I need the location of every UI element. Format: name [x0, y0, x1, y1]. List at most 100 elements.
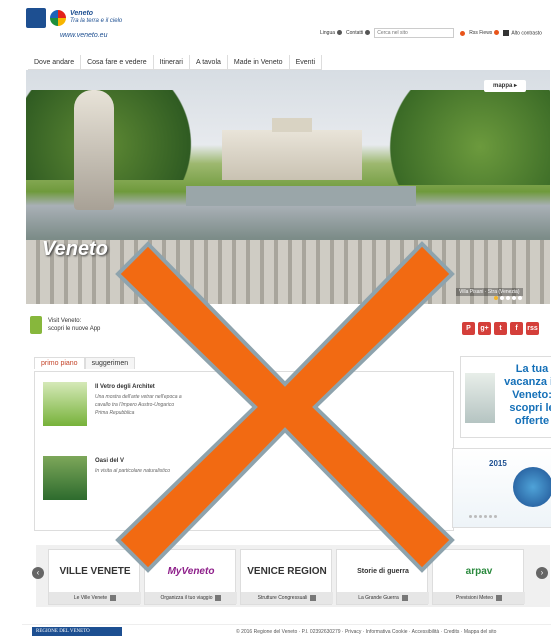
youtube-icon[interactable]: t: [494, 322, 507, 335]
carousel-card[interactable]: arpav Previsioni Meteo: [432, 549, 525, 605]
tab-primo-piano[interactable]: primo piano: [34, 357, 85, 369]
nav-item-a-tavola[interactable]: A tavola: [190, 55, 228, 69]
news-text: Una mostra dell'arte vetrar nell'epoca a…: [95, 394, 182, 416]
news-panel: Il Vetro degli Architet Una mostra dell'…: [34, 371, 454, 531]
promo-pager: [469, 515, 497, 518]
site-logo[interactable]: Veneto Tra la terra e il cielo www.venet…: [26, 8, 134, 42]
hero-dot[interactable]: [518, 296, 522, 300]
top-links: Lingua Contatti Rss Fiews Alto contrasto: [320, 28, 542, 38]
carousel-card-label: La Grande Guerra: [337, 592, 429, 604]
flickr-icon[interactable]: f: [510, 322, 523, 335]
veneto-star-icon: [50, 10, 66, 26]
nav-item-dove-andare[interactable]: Dove andare: [28, 55, 82, 69]
carousel-card-label: Le Ville Venete: [49, 592, 141, 604]
hero-pager: [494, 296, 522, 300]
carousel-card-label: Strutture Congressuali: [241, 592, 333, 604]
app-promo-line2: scopri le nuove App: [48, 326, 101, 332]
carousel-card[interactable]: MyVeneto Organizza il tuo viaggio: [144, 549, 237, 605]
news-title: Oasi del V: [95, 458, 125, 464]
promo-dot[interactable]: [479, 515, 482, 518]
event-promo[interactable]: 2015: [452, 448, 551, 528]
grande-guerra-logo: Storie di guerra: [357, 568, 409, 575]
tab-suggerimenti[interactable]: suggerimen: [84, 357, 136, 369]
news-item[interactable]: Oasi del V In visita al particolare natu…: [43, 456, 443, 516]
nav-item-made-in-veneto[interactable]: Made in Veneto: [228, 55, 290, 69]
contacts-label: Contatti: [346, 30, 364, 36]
hero-title: Veneto: [42, 238, 108, 260]
app-promo[interactable]: Visit Veneto: scopri le nuove App: [30, 316, 100, 334]
news-title: Il Vetro degli Architet: [95, 384, 155, 390]
nav-item-itinerari[interactable]: Itinerari: [154, 55, 190, 69]
hero-trees-right: [366, 90, 550, 185]
carousel-card-label: Previsioni Meteo: [433, 592, 525, 604]
carousel-card-label: Organizza il tuo viaggio: [145, 592, 237, 604]
promo-dot[interactable]: [474, 515, 477, 518]
hero-dot[interactable]: [500, 296, 504, 300]
language-label: Lingua: [320, 30, 336, 36]
rss-link[interactable]: Rss Fiews: [469, 30, 500, 36]
carousel-card[interactable]: Storie di guerra La Grande Guerra: [336, 549, 429, 605]
globe-icon: [513, 467, 551, 507]
carousel-card[interactable]: VENICE REGION Strutture Congressuali: [240, 549, 333, 605]
rss-icon: [494, 30, 500, 36]
social-links: P g+ t f rss: [462, 322, 539, 335]
app-promo-line1: Visit Veneto:: [48, 318, 82, 324]
regione-logo[interactable]: REGIONE DEL VENETO: [32, 627, 122, 636]
phone-icon: [30, 316, 42, 334]
arpav-logo: arpav: [465, 566, 493, 577]
hero-banner[interactable]: Veneto mappa ▸ Villa Pisani · Stra (Vene…: [26, 70, 550, 304]
hero-dot[interactable]: [494, 296, 498, 300]
carousel-card[interactable]: VILLE VENETE Le Ville Venete: [48, 549, 141, 605]
venice-region-logo: VENICE REGION: [247, 566, 327, 577]
contrast-link[interactable]: Alto contrasto: [503, 29, 542, 37]
search-go-icon[interactable]: [460, 30, 466, 36]
brand-name: Veneto: [70, 10, 94, 17]
news-text: In visita al particolare naturalistico: [95, 468, 171, 474]
language-icon: [337, 30, 343, 36]
hero-villa-image: [222, 118, 362, 180]
hero-caption: Villa Pisani · Stra (Venezia): [456, 288, 523, 296]
pinterest-icon[interactable]: P: [462, 322, 475, 335]
hero-trees-left: [26, 90, 216, 180]
rss-label: Rss Fiews: [469, 30, 493, 36]
contacts-link[interactable]: Contatti: [346, 30, 371, 36]
google-plus-icon[interactable]: g+: [478, 322, 491, 335]
map-button[interactable]: mappa ▸: [484, 80, 526, 92]
nav-item-eventi[interactable]: Eventi: [290, 55, 323, 69]
promo-image: [465, 373, 495, 423]
promo-dot[interactable]: [484, 515, 487, 518]
offers-promo[interactable]: La tua vacanza in Veneto: scopri le offe…: [460, 356, 551, 438]
brand-url: www.veneto.eu: [60, 32, 108, 39]
carousel-next-icon[interactable]: ›: [536, 567, 548, 579]
news-item[interactable]: Il Vetro degli Architet Una mostra dell'…: [43, 382, 443, 442]
page: Veneto Tra la terra e il cielo www.venet…: [22, 0, 551, 636]
search-input[interactable]: [374, 28, 455, 38]
hero-pool: [186, 186, 416, 206]
map-button-label: mappa: [492, 83, 513, 89]
nav-item-cosa-fare[interactable]: Cosa fare e vedere: [81, 55, 154, 69]
hero-statue: [74, 90, 114, 210]
footer: REGIONE DEL VENETO © 2016 Regione del Ve…: [22, 624, 551, 636]
hero-dot[interactable]: [512, 296, 516, 300]
news-thumbnail: [43, 382, 87, 426]
promo-year: 2015: [489, 459, 507, 468]
news-tabs: primo piano suggerimen: [34, 357, 136, 369]
lion-logo-icon: [26, 8, 46, 28]
footer-links[interactable]: © 2016 Regione del Veneto · P.I. 0239263…: [236, 629, 496, 635]
contrast-icon: [503, 29, 510, 36]
contrast-label: Alto contrasto: [511, 30, 542, 37]
partner-carousel: ‹ VILLE VENETE Le Ville Venete MyVeneto …: [32, 545, 550, 607]
myveneto-logo: MyVeneto: [167, 566, 215, 577]
ville-venete-logo: VILLE VENETE: [59, 566, 131, 577]
main-nav: Dove andare Cosa fare e vedere Itinerari…: [28, 55, 323, 70]
brand-tagline: Tra la terra e il cielo: [70, 18, 123, 24]
carousel-prev-icon[interactable]: ‹: [32, 567, 44, 579]
hero-dot[interactable]: [506, 296, 510, 300]
promo-dot[interactable]: [469, 515, 472, 518]
promo-dot[interactable]: [489, 515, 492, 518]
contacts-icon: [365, 30, 371, 36]
promo-dot[interactable]: [494, 515, 497, 518]
language-link[interactable]: Lingua: [320, 30, 343, 36]
news-thumbnail: [43, 456, 87, 500]
rss-feed-icon[interactable]: rss: [526, 322, 539, 335]
